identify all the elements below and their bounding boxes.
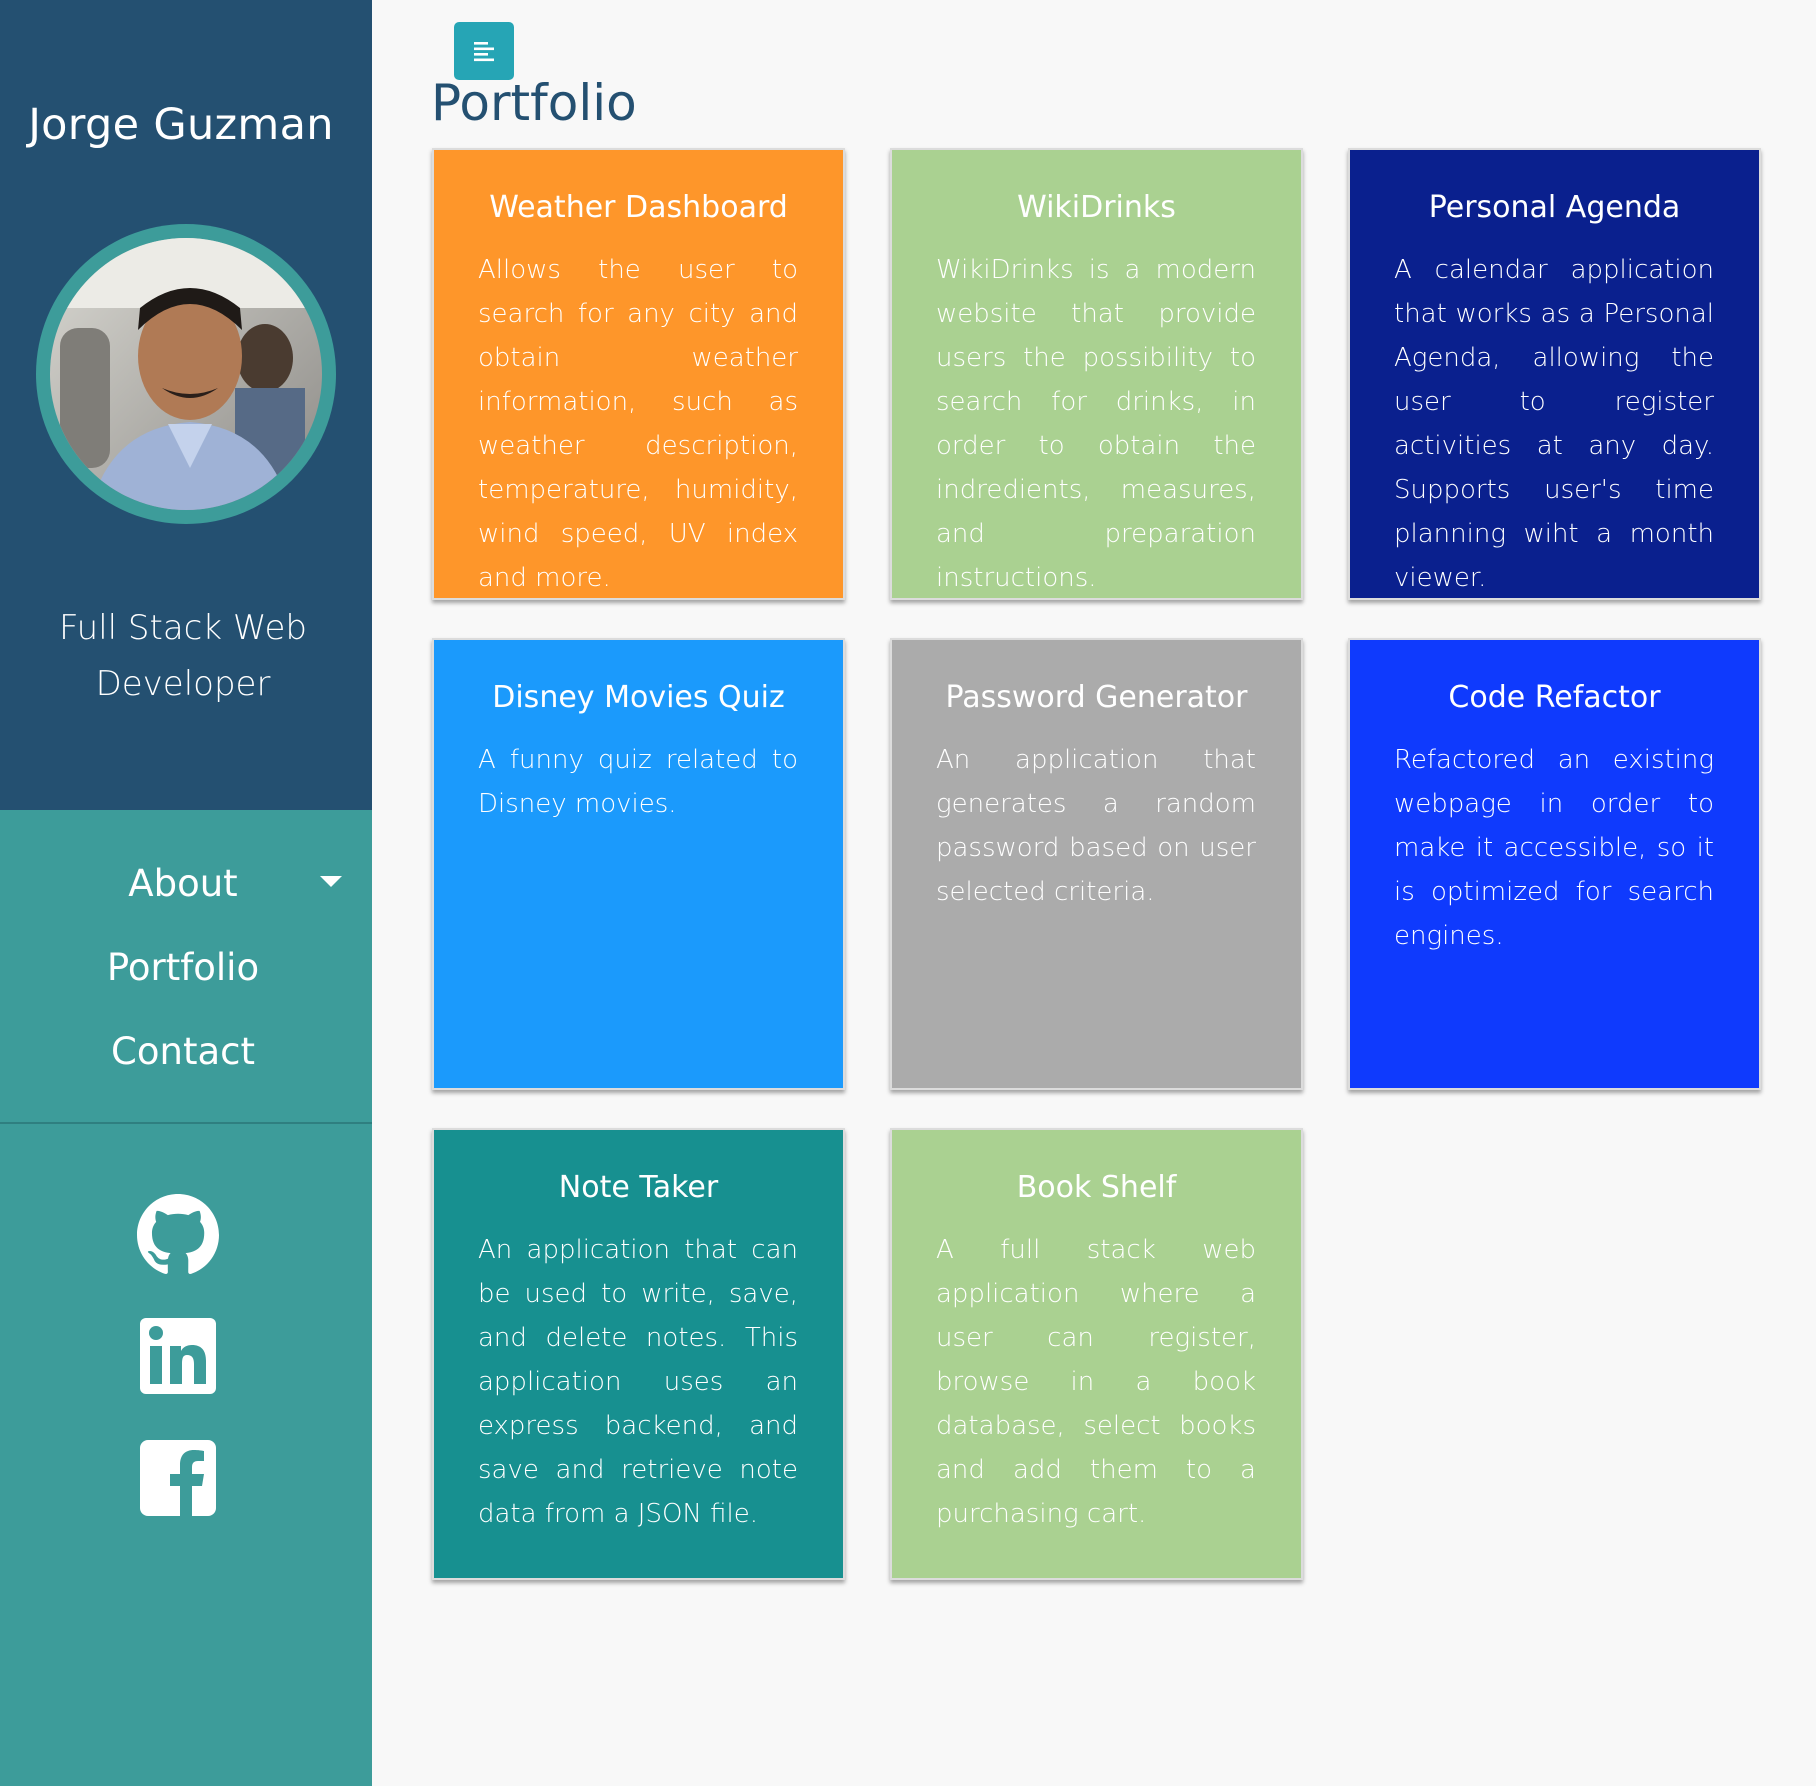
project-card-note-taker[interactable]: Note Taker An application that can be us… [432, 1128, 845, 1580]
linkedin-icon [139, 1318, 216, 1394]
divider [0, 1122, 372, 1124]
profile-panel: Jorge Guzman Full Stack Web Developer [0, 0, 372, 810]
project-card-password-generator[interactable]: Password Generator An application that g… [890, 638, 1303, 1090]
linkedin-link[interactable] [0, 1318, 355, 1394]
avatar [36, 224, 336, 524]
menu-toggle-button[interactable] [454, 22, 514, 80]
project-description: Refactored an existing webpage in order … [1394, 745, 1714, 951]
project-title: Disney Movies Quiz [492, 680, 785, 715]
project-description: A funny quiz related to Disney movies. [478, 745, 798, 819]
project-card-book-shelf[interactable]: Book Shelf A full stack web application … [890, 1128, 1303, 1580]
project-description: An application that generates a random p… [936, 745, 1256, 907]
project-description: Allows the user to search for any city a… [478, 255, 798, 593]
project-title: Personal Agenda [1428, 190, 1681, 225]
project-description: WikiDrinks is a modern website that prov… [936, 255, 1256, 593]
sidebar: Jorge Guzman Full Stack Web Developer Ab… [0, 0, 372, 1786]
github-link[interactable] [0, 1194, 355, 1276]
owner-role: Full Stack Web Developer [58, 608, 307, 704]
project-card-personal-agenda[interactable]: Personal Agenda A calendar application t… [1348, 148, 1761, 600]
project-title: Book Shelf [1016, 1170, 1177, 1205]
page-title: Portfolio [431, 74, 637, 132]
project-description: A full stack web application where a use… [936, 1235, 1256, 1529]
project-title: Password Generator [945, 680, 1248, 715]
facebook-link[interactable] [0, 1440, 355, 1516]
project-title: WikiDrinks [1017, 190, 1176, 225]
project-description: A calendar application that works as a P… [1394, 255, 1714, 593]
project-card-weather-dashboard[interactable]: Weather Dashboard Allows the user to sea… [432, 148, 845, 600]
github-icon [136, 1194, 219, 1274]
profile-photo [50, 238, 322, 510]
project-card-wikidrinks[interactable]: WikiDrinks WikiDrinks is a modern websit… [890, 148, 1303, 600]
project-card-code-refactor[interactable]: Code Refactor Refactored an existing web… [1348, 638, 1761, 1090]
project-card-disney-movies-quiz[interactable]: Disney Movies Quiz A funny quiz related … [432, 638, 845, 1090]
align-left-icon [474, 42, 494, 62]
project-title: Code Refactor [1448, 680, 1661, 715]
project-title: Note Taker [558, 1170, 719, 1205]
facebook-icon [139, 1440, 216, 1516]
nav-item-about[interactable]: About [0, 862, 366, 905]
project-description: An application that can be used to write… [478, 1235, 798, 1529]
nav-item-portfolio[interactable]: Portfolio [0, 946, 366, 989]
owner-name: Jorge Guzman [28, 100, 334, 150]
project-title: Weather Dashboard [489, 190, 788, 225]
nav-item-contact[interactable]: Contact [0, 1030, 366, 1073]
caret-down-icon[interactable] [320, 876, 342, 887]
